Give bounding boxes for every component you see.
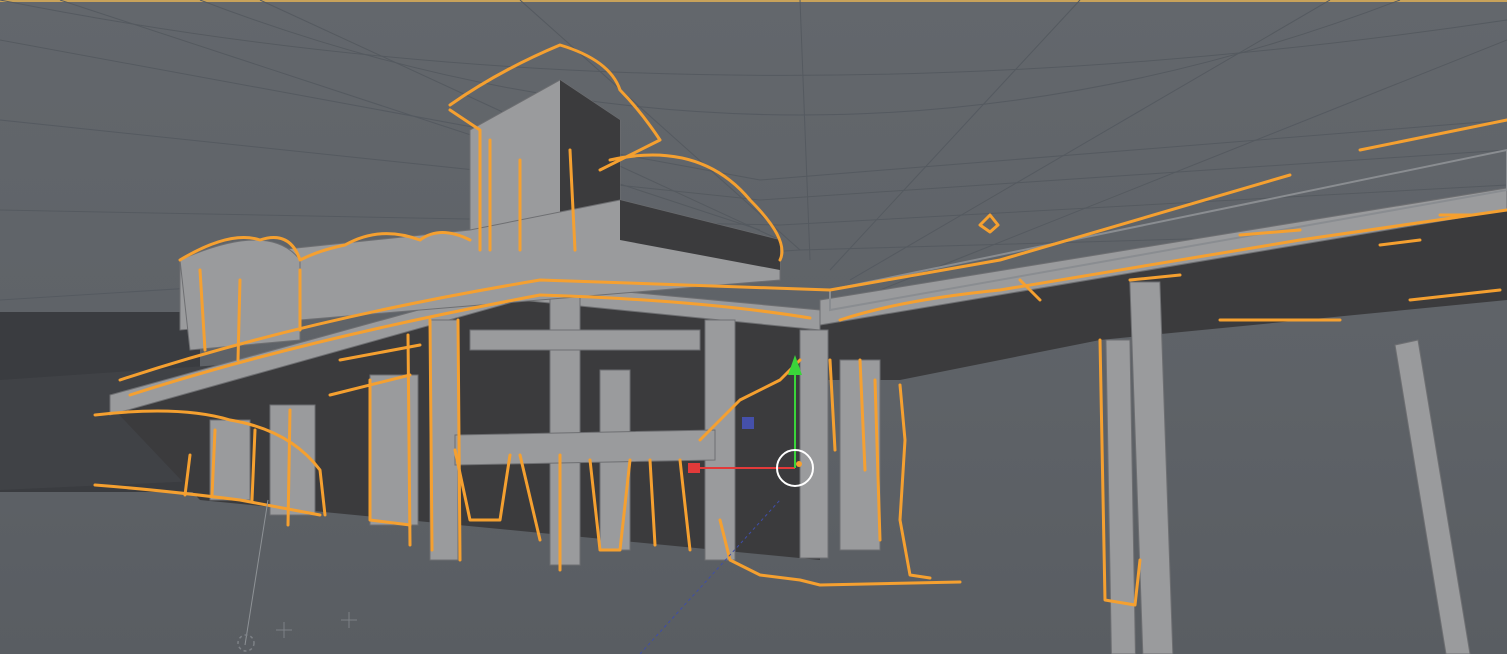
plane-handle[interactable]: [742, 417, 754, 429]
3d-viewport[interactable]: [0, 0, 1507, 654]
x-axis-arrow[interactable]: [688, 463, 700, 473]
3d-cursor-icon[interactable]: [237, 612, 357, 652]
move-gizmo-icon[interactable]: [0, 0, 1507, 654]
origin-dot: [796, 461, 802, 467]
y-axis-arrow[interactable]: [788, 355, 802, 375]
